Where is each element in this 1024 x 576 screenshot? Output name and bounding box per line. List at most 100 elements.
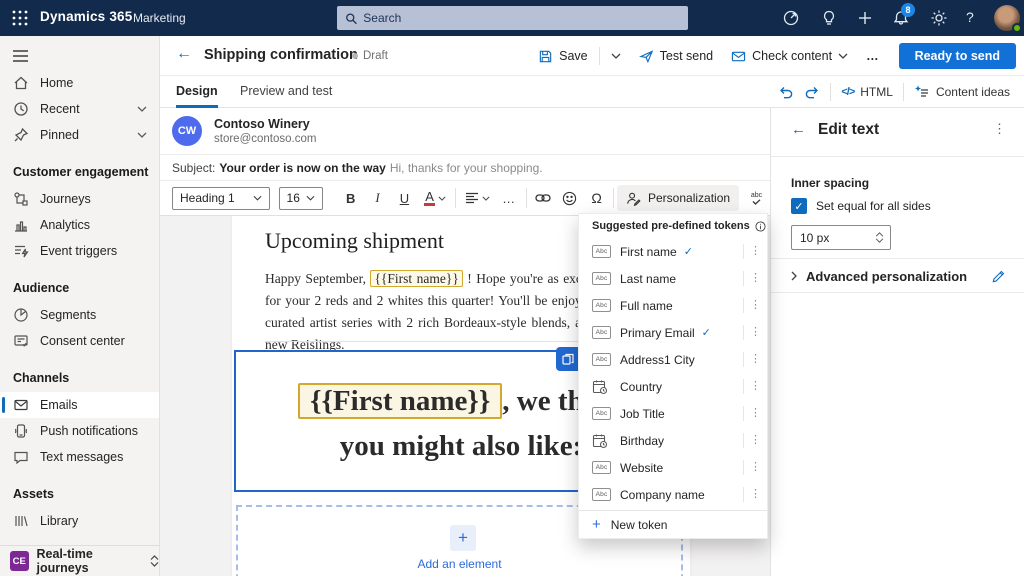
help-icon[interactable]: ? [966,9,974,27]
sidebar-item-segments[interactable]: Segments [0,302,159,328]
personalization-token-block[interactable]: {{First name}} [298,383,503,419]
more-formatting-button[interactable]: … [496,186,523,210]
kebab-menu-icon[interactable]: ⋮ [750,354,761,365]
token-item-birthday[interactable]: Birthday ⋮ [579,427,767,454]
duplicate-element-button[interactable] [556,347,580,371]
sidebar-item-event-triggers[interactable]: Event triggers [0,238,159,264]
sidebar-item-label: Text messages [40,450,124,464]
sidebar-item-emails[interactable]: Emails [0,392,159,418]
test-send-button[interactable]: Test send [632,44,721,69]
token-item-full-name[interactable]: Abc Full name ⋮ [579,292,767,319]
chevron-down-icon[interactable] [137,132,147,138]
token-item-address1-city[interactable]: Abc Address1 City ⋮ [579,346,767,373]
italic-button[interactable]: I [364,186,391,210]
panel-title: Edit text [818,121,880,138]
kebab-menu-icon[interactable]: ⋮ [993,121,1006,137]
checkbox-checked[interactable]: ✓ [791,198,807,214]
kebab-menu-icon[interactable]: ⋮ [750,246,761,257]
paragraph-style-select[interactable]: Heading 1 [172,186,270,210]
designer-tabs: Design Preview and test </> HTML Content… [160,76,1024,108]
underline-button[interactable]: U [391,186,418,210]
area-switcher[interactable]: CE Real-time journeys [0,545,159,576]
kebab-menu-icon[interactable]: ⋮ [750,462,761,473]
subject-row[interactable]: Subject: Your order is now on the way Hi… [160,155,770,181]
info-icon[interactable] [755,221,766,232]
plus-icon[interactable] [856,9,874,27]
special-character-button[interactable]: Ω [583,186,610,210]
bold-button[interactable]: B [337,186,364,210]
sidebar-item-journeys[interactable]: Journeys [0,186,159,212]
personalization-token-inline[interactable]: {{First name}} [370,270,463,287]
kebab-menu-icon[interactable]: ⋮ [750,435,761,446]
kebab-menu-icon[interactable]: ⋮ [750,327,761,338]
chevron-up-icon[interactable] [875,232,884,237]
edit-pencil-icon[interactable] [991,269,1006,284]
link-button[interactable] [530,186,557,210]
html-view-button[interactable]: </> HTML [841,85,893,99]
set-equal-checkbox-row[interactable]: ✓ Set equal for all sides [791,198,931,214]
spacing-input[interactable] [800,230,855,245]
kebab-menu-icon[interactable]: ⋮ [750,489,761,500]
panel-back-arrow-icon[interactable]: ← [791,121,806,138]
sender-row[interactable]: CW Contoso Winery store@contoso.com [160,108,770,155]
tab-design[interactable]: Design [176,76,218,108]
gear-icon[interactable] [930,9,948,27]
add-element-plus-icon[interactable]: + [450,525,476,551]
sidebar-item-analytics[interactable]: Analytics [0,212,159,238]
font-size-select[interactable]: 16 [278,186,324,210]
sidebar-item-home[interactable]: Home [0,70,159,96]
sidebar-item-library[interactable]: Library [0,508,159,534]
divider [743,460,744,475]
add-element-label[interactable]: Add an element [238,557,681,571]
token-item-last-name[interactable]: Abc Last name ⋮ [579,265,767,292]
spellcheck-button[interactable]: abc [743,186,770,210]
new-token-button[interactable]: + New token [579,511,767,538]
task-checker-icon[interactable] [782,9,800,27]
back-arrow-icon[interactable]: ← [176,45,192,63]
hamburger-menu-icon[interactable] [12,49,29,63]
check-content-button[interactable]: Check content [724,44,855,69]
content-ideas-button[interactable]: Content ideas [914,84,1010,100]
more-commands-button[interactable]: … [859,44,887,68]
search-input[interactable] [363,11,680,25]
sidebar-item-pinned[interactable]: Pinned [0,122,159,148]
font-color-button[interactable]: A [418,186,453,210]
chevron-down-icon[interactable] [137,106,147,112]
token-item-company-name[interactable]: Abc Company name ⋮ [579,481,767,508]
token-item-job-title[interactable]: Abc Job Title ⋮ [579,400,767,427]
emoji-button[interactable] [556,186,583,210]
email-heading[interactable]: Upcoming shipment [265,228,444,254]
save-button[interactable]: Save [531,44,595,69]
tab-preview-and-test[interactable]: Preview and test [240,76,332,108]
personalization-button[interactable]: Personalization [617,185,740,211]
user-avatar[interactable] [994,5,1022,33]
token-item-country[interactable]: Country ⋮ [579,373,767,400]
kebab-menu-icon[interactable]: ⋮ [750,300,761,311]
spacing-stepper[interactable] [791,225,891,250]
advanced-personalization-row[interactable]: Advanced personalization [771,260,1024,292]
sidebar-item-push-notifications[interactable]: Push notifications [0,418,159,444]
sidebar-item-recent[interactable]: Recent [0,96,159,122]
kebab-menu-icon[interactable]: ⋮ [750,273,761,284]
status-label: Draft [363,50,388,62]
waffle-icon[interactable] [12,10,28,26]
redo-icon[interactable] [804,84,820,100]
nav-section-title: Customer engagement [13,165,149,179]
save-split-chevron[interactable] [604,48,628,64]
sidebar-item-consent-center[interactable]: Consent center [0,328,159,354]
kebab-menu-icon[interactable]: ⋮ [750,381,761,392]
token-item-website[interactable]: Abc Website ⋮ [579,454,767,481]
lightbulb-icon[interactable] [820,9,838,27]
stepper-arrows[interactable] [875,232,884,243]
sidebar-item-text-messages[interactable]: Text messages [0,444,159,470]
module-name[interactable]: Marketing [133,11,186,25]
token-item-primary-email[interactable]: Abc Primary Email ✓ ⋮ [579,319,767,346]
kebab-menu-icon[interactable]: ⋮ [750,408,761,419]
align-button[interactable] [459,186,495,210]
undo-icon[interactable] [778,84,794,100]
ready-to-send-button[interactable]: Ready to send [898,43,1016,69]
app-title[interactable]: Dynamics 365 [40,9,132,24]
chevron-down-icon[interactable] [875,238,884,243]
global-search[interactable] [337,6,688,30]
token-item-first-name[interactable]: Abc First name ✓ ⋮ [579,238,767,265]
